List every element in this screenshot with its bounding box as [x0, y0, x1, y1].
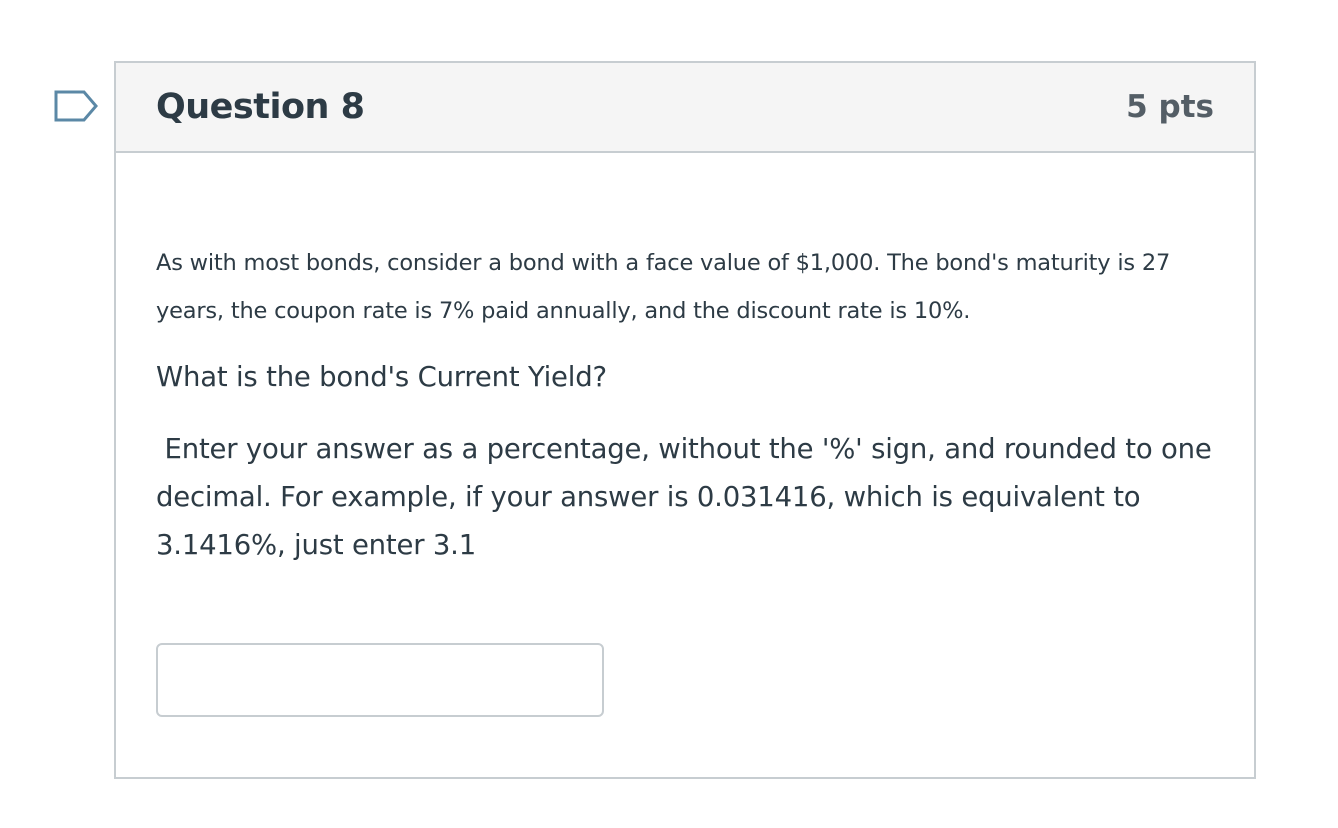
- bookmark-flag-icon: [54, 90, 98, 122]
- question-paragraph-scenario: As with most bonds, consider a bond with…: [156, 250, 1171, 324]
- question-header: Question 8 5 pts: [116, 63, 1254, 153]
- question-title: Question 8: [156, 87, 365, 127]
- question-card: Question 8 5 pts As with most bonds, con…: [114, 61, 1256, 779]
- question-text: As with most bonds, consider a bond with…: [156, 239, 1216, 569]
- answer-input[interactable]: [156, 643, 604, 717]
- question-points: 5 pts: [1126, 89, 1214, 125]
- question-paragraph-prompt: What is the bond's Current Yield?: [156, 361, 607, 393]
- question-paragraph-instructions: Enter your answer as a percentage, witho…: [156, 433, 1221, 561]
- flag-question-icon[interactable]: [54, 90, 98, 122]
